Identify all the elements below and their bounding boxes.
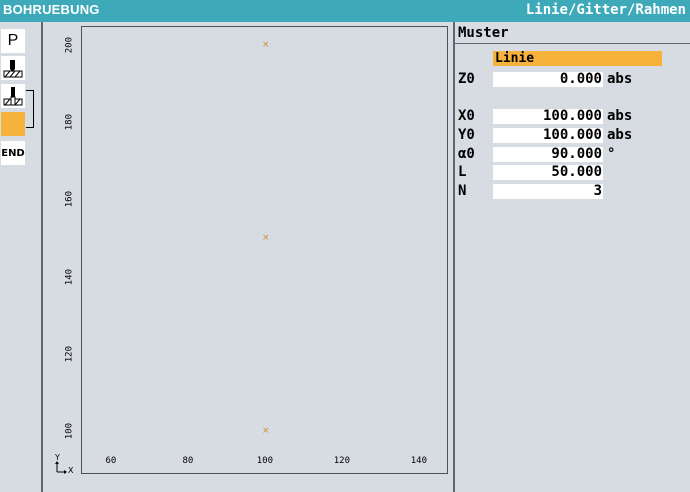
panel-header: Muster <box>455 22 690 44</box>
x-tick-label: 120 <box>333 456 351 466</box>
drill-point-marker: × <box>262 40 270 50</box>
param-row-l: L 50.000 <box>455 164 690 180</box>
param-label: Y0 <box>458 127 475 143</box>
x-tick-label: 140 <box>410 456 428 466</box>
x-tick-label: 60 <box>105 456 117 466</box>
param-unit: abs <box>607 71 633 87</box>
param-unit: abs <box>607 127 633 143</box>
softkey-drill-pattern-1[interactable] <box>1 56 25 80</box>
param-label: L <box>458 164 467 180</box>
param-row-n: N 3 <box>455 183 690 199</box>
param-z0-input[interactable]: 0.000 <box>493 72 603 87</box>
softkey-end[interactable]: END <box>1 141 25 165</box>
param-n-input[interactable]: 3 <box>493 184 603 199</box>
drill-pattern-2-icon <box>3 87 23 106</box>
program-name: BOHRUEBUNG <box>3 2 100 17</box>
param-x0-input[interactable]: 100.000 <box>493 109 603 124</box>
softkey-group-bracket <box>26 90 34 128</box>
coordinate-axes-icon: Y X <box>54 453 74 474</box>
param-label: X0 <box>458 108 475 124</box>
mode-title: Linie/Gitter/Rahmen <box>525 2 686 18</box>
drill-pattern-icon <box>3 60 23 78</box>
y-tick-label: 160 <box>64 191 74 208</box>
softkey-end-label: END <box>1 147 25 159</box>
title-bar: BOHRUEBUNG Linie/Gitter/Rahmen <box>0 0 690 22</box>
param-l-input[interactable]: 50.000 <box>493 165 603 180</box>
param-alpha0-input[interactable]: 90.000 <box>493 147 603 162</box>
x-tick-label: 100 <box>256 456 274 466</box>
axis-y-label: Y <box>54 453 60 462</box>
param-row-alpha0: α0 90.000 ° <box>455 146 690 162</box>
vertical-softkey-bar: P END <box>0 22 42 492</box>
param-row-x0: X0 100.000 abs <box>455 108 690 124</box>
softkey-p-label: P <box>7 32 19 49</box>
panel-title: Muster <box>458 25 509 41</box>
param-label: α0 <box>458 146 475 162</box>
y-tick-label: 120 <box>64 345 74 363</box>
parameter-panel: Muster Linie Z0 0.000 abs X0 100.000 abs… <box>455 22 690 492</box>
param-label: Z0 <box>458 71 475 87</box>
y-tick-label: 140 <box>64 268 74 285</box>
param-row-y0: Y0 100.000 abs <box>455 127 690 143</box>
drill-point-marker: × <box>262 426 270 436</box>
param-y0-input[interactable]: 100.000 <box>493 128 603 143</box>
y-tick-label: 200 <box>64 36 74 54</box>
param-row-z0: Z0 0.000 abs <box>455 71 690 87</box>
y-tick-label: 100 <box>64 422 74 440</box>
x-tick-label: 80 <box>182 456 194 466</box>
softkey-active-slot[interactable] <box>1 112 25 136</box>
drill-point-marker: × <box>262 233 270 243</box>
softkey-p[interactable]: P <box>1 29 25 53</box>
softkey-drill-pattern-2[interactable] <box>1 84 25 108</box>
pattern-graphic: 60 80 100 120 140 200 180 160 140 120 100 × × × Y X <box>43 22 453 492</box>
pattern-select[interactable]: Linie <box>493 51 662 66</box>
plot-frame <box>81 26 448 474</box>
param-unit: abs <box>607 108 633 124</box>
axis-x-label: X <box>68 466 74 474</box>
param-label: N <box>458 183 467 199</box>
y-tick-label: 180 <box>64 114 74 131</box>
param-unit: ° <box>607 146 616 162</box>
